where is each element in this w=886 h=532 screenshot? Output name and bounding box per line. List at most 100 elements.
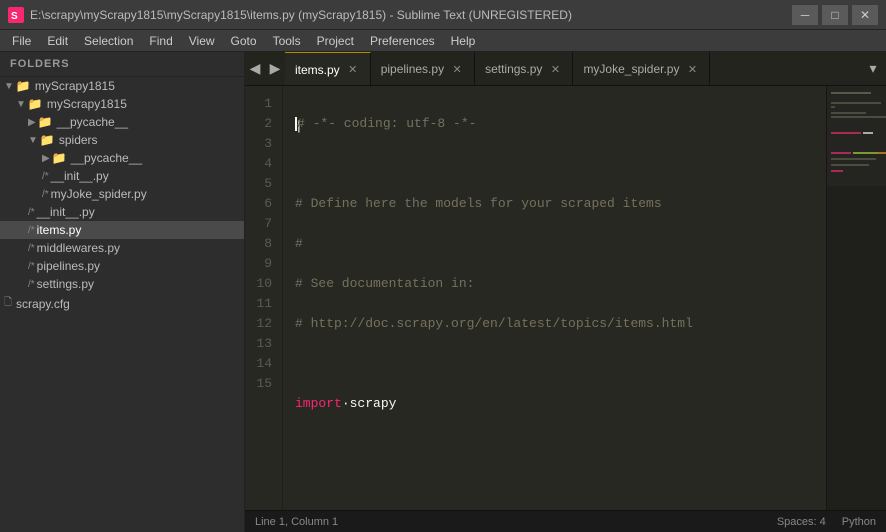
- tree-label: __init__.py: [51, 169, 109, 183]
- code-line-7: [295, 354, 826, 374]
- tree-label: settings.py: [37, 277, 94, 291]
- line-num-13: 13: [245, 334, 272, 354]
- tab-menu-button[interactable]: ▾: [860, 52, 886, 85]
- tree-label: __pycache__: [57, 115, 128, 129]
- tab-label: pipelines.py: [381, 62, 444, 76]
- minimap: [826, 86, 886, 510]
- line-num-7: 7: [245, 214, 272, 234]
- menu-selection[interactable]: Selection: [76, 30, 141, 52]
- tree-label: scrapy.cfg: [16, 297, 70, 311]
- code-line-6: # http://doc.scrapy.org/en/latest/topics…: [295, 314, 826, 334]
- file-ext-icon: /*: [28, 279, 35, 290]
- code-line-9: [295, 434, 826, 454]
- code-content[interactable]: |# -*- coding: utf-8 -*- # Define here t…: [283, 86, 826, 510]
- menu-project[interactable]: Project: [309, 30, 362, 52]
- window-controls: ─ □ ✕: [792, 5, 878, 25]
- code-line-10: [295, 474, 826, 494]
- line-num-14: 14: [245, 354, 272, 374]
- code-editor[interactable]: 1 2 3 4 5 6 7 8 9 10 11 12 13 14 15 |# -…: [245, 86, 886, 510]
- close-button[interactable]: ✕: [852, 5, 878, 25]
- line-num-6: 6: [245, 194, 272, 214]
- tree-item-spiders-init[interactable]: /* __init__.py: [0, 167, 244, 185]
- file-ext-icon: /*: [28, 207, 35, 218]
- tree-item-init[interactable]: /* __init__.py: [0, 203, 244, 221]
- folder-icon: 📁: [16, 79, 31, 93]
- arrow-icon: ▶: [28, 117, 36, 128]
- file-ext-icon: /*: [42, 171, 49, 182]
- tab-close-myjoke[interactable]: ✕: [685, 62, 699, 76]
- folder-icon: 📁: [52, 151, 67, 165]
- folder-icon: 📁: [28, 97, 43, 111]
- tab-close-settings[interactable]: ✕: [548, 62, 562, 76]
- code-line-2: [295, 154, 826, 174]
- tab-close-pipelines[interactable]: ✕: [450, 62, 464, 76]
- status-bar: Line 1, Column 1 Spaces: 4 Python: [245, 510, 886, 532]
- tab-nav-left-button[interactable]: ◀: [245, 52, 265, 85]
- file-ext-icon: /*: [28, 243, 35, 254]
- tree-label: myScrapy1815: [35, 79, 115, 93]
- arrow-icon: ▼: [4, 81, 14, 92]
- tree-item-spiders-pycache[interactable]: ▶ 📁 __pycache__: [0, 149, 244, 167]
- tab-pipelines-py[interactable]: pipelines.py ✕: [371, 52, 475, 86]
- line-num-8: 8: [245, 234, 272, 254]
- tab-nav-right-button[interactable]: ▶: [265, 52, 285, 85]
- tree-item-items[interactable]: /* items.py: [0, 221, 244, 239]
- tree-item-myscrapy1815-sub[interactable]: ▼ 📁 myScrapy1815: [0, 95, 244, 113]
- folder-icon: 📁: [38, 115, 53, 129]
- tree-item-spiders[interactable]: ▼ 📁 spiders: [0, 131, 244, 149]
- line-num-2: 2: [245, 114, 272, 134]
- minimize-button[interactable]: ─: [792, 5, 818, 25]
- tree-label: middlewares.py: [37, 241, 120, 255]
- menu-file[interactable]: File: [4, 30, 39, 52]
- tree-item-middlewares[interactable]: /* middlewares.py: [0, 239, 244, 257]
- line-num-4: 4: [245, 154, 272, 174]
- code-line-1: |# -*- coding: utf-8 -*-: [295, 114, 826, 134]
- code-line-4: #: [295, 234, 826, 254]
- menu-help[interactable]: Help: [443, 30, 484, 52]
- menu-view[interactable]: View: [181, 30, 223, 52]
- cursor-position: Line 1, Column 1: [255, 516, 338, 528]
- tree-label: myScrapy1815: [47, 97, 127, 111]
- menu-bar: File Edit Selection Find View Goto Tools…: [0, 30, 886, 52]
- line-num-11: 11: [245, 294, 272, 314]
- arrow-icon: ▼: [28, 135, 38, 146]
- menu-goto[interactable]: Goto: [223, 30, 265, 52]
- tab-myjoke-spider[interactable]: myJoke_spider.py ✕: [573, 52, 710, 86]
- tab-label: settings.py: [485, 62, 542, 76]
- tree-item-myscrapy1815-root[interactable]: ▼ 📁 myScrapy1815: [0, 77, 244, 95]
- title-bar-title: E:\scrapy\myScrapy1815\myScrapy1815\item…: [30, 8, 792, 22]
- line-numbers: 1 2 3 4 5 6 7 8 9 10 11 12 13 14 15: [245, 86, 283, 510]
- tab-label: myJoke_spider.py: [583, 62, 679, 76]
- app-icon: S: [8, 7, 24, 23]
- menu-tools[interactable]: Tools: [265, 30, 309, 52]
- tree-item-scrapy-cfg[interactable]: 🗋 scrapy.cfg: [0, 293, 244, 314]
- tab-close-items[interactable]: ✕: [346, 63, 360, 77]
- svg-text:S: S: [11, 11, 18, 22]
- editor-area: ◀ ▶ items.py ✕ pipelines.py ✕ settings.p…: [245, 52, 886, 532]
- code-line-5: # See documentation in:: [295, 274, 826, 294]
- tree-label: pipelines.py: [37, 259, 100, 273]
- tree-item-pipelines[interactable]: /* pipelines.py: [0, 257, 244, 275]
- file-ext-icon: /*: [28, 225, 35, 236]
- tree-label: spiders: [59, 133, 98, 147]
- tab-settings-py[interactable]: settings.py ✕: [475, 52, 573, 86]
- tree-label: __init__.py: [37, 205, 95, 219]
- menu-edit[interactable]: Edit: [39, 30, 76, 52]
- line-num-1: 1: [245, 94, 272, 114]
- syntax-info[interactable]: Python: [842, 516, 876, 528]
- menu-preferences[interactable]: Preferences: [362, 30, 443, 52]
- file-ext-icon: /*: [28, 261, 35, 272]
- title-bar: S E:\scrapy\myScrapy1815\myScrapy1815\it…: [0, 0, 886, 30]
- arrow-icon: ▼: [16, 99, 26, 110]
- tree-item-pycache[interactable]: ▶ 📁 __pycache__: [0, 113, 244, 131]
- tree-item-myjoke-spider[interactable]: /* myJoke_spider.py: [0, 185, 244, 203]
- maximize-button[interactable]: □: [822, 5, 848, 25]
- menu-find[interactable]: Find: [141, 30, 180, 52]
- arrow-icon: ▶: [42, 153, 50, 164]
- tree-item-settings[interactable]: /* settings.py: [0, 275, 244, 293]
- folder-icon: 📁: [40, 133, 55, 147]
- tab-items-py[interactable]: items.py ✕: [285, 52, 371, 86]
- sidebar: FOLDERS ▼ 📁 myScrapy1815 ▼ 📁 myScrapy181…: [0, 52, 245, 532]
- main-area: FOLDERS ▼ 📁 myScrapy1815 ▼ 📁 myScrapy181…: [0, 52, 886, 532]
- indentation-info[interactable]: Spaces: 4: [777, 516, 826, 528]
